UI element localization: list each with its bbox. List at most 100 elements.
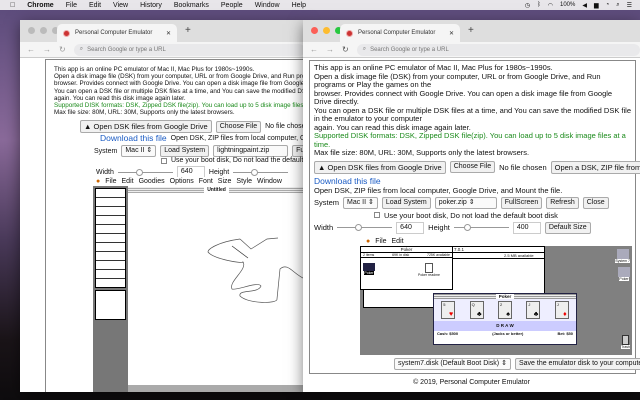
intro-text: This app is an online PC emulator of Mac… bbox=[314, 63, 631, 157]
new-tab-icon[interactable]: + bbox=[468, 25, 474, 36]
load-system-button[interactable]: Load System bbox=[160, 145, 210, 157]
tab[interactable]: Personal Computer Emulator ✕ bbox=[57, 24, 177, 42]
card-suit: ♣ bbox=[533, 310, 539, 318]
horizontal-scrollbar[interactable] bbox=[128, 385, 305, 392]
system-select[interactable]: Mac II ⇕ bbox=[343, 196, 378, 209]
height-slider[interactable] bbox=[233, 168, 289, 176]
omnibox[interactable]: ⌕ Search Google or type a URL bbox=[73, 43, 305, 56]
no-file-text: No file chosen bbox=[499, 162, 547, 172]
bluetooth-icon[interactable]: ᛒ bbox=[537, 2, 541, 8]
boot-disk-checkbox[interactable] bbox=[161, 157, 167, 164]
apple-icon[interactable]:  bbox=[10, 2, 15, 9]
new-tab-icon[interactable]: + bbox=[185, 25, 191, 36]
disk-select[interactable]: lightningpaint.zip bbox=[213, 145, 289, 157]
list-icon[interactable]: ☰ bbox=[627, 2, 632, 9]
width-slider[interactable] bbox=[117, 168, 173, 176]
menu-chrome[interactable]: Chrome bbox=[27, 2, 53, 9]
reload-icon[interactable]: ↻ bbox=[342, 45, 349, 54]
save-disk-button[interactable]: Save the emulator disk to your computer bbox=[514, 357, 640, 370]
boot-disk-select[interactable]: system7.disk (Default Boot Disk) ⇕ bbox=[394, 357, 511, 370]
apple-icon: ● bbox=[96, 178, 101, 185]
download-desc: Open DSK, ZIP files from local computer,… bbox=[170, 134, 305, 142]
fullscreen-button[interactable]: FullScreen bbox=[500, 196, 543, 209]
playing-card[interactable]: 2 ♠ bbox=[497, 300, 512, 319]
system-label: System bbox=[314, 198, 340, 207]
system-select[interactable]: Mac II ⇕ bbox=[121, 145, 157, 157]
menu-people[interactable]: People bbox=[221, 2, 243, 9]
time-machine-icon[interactable]: ◷ bbox=[525, 2, 530, 9]
cards-row: 5 ♥ Q ♣ 2 ♠ J ♣ J ♦ bbox=[434, 298, 576, 321]
forward-icon[interactable]: → bbox=[43, 45, 51, 54]
width-slider[interactable] bbox=[337, 224, 393, 231]
reload-icon[interactable]: ↻ bbox=[59, 45, 66, 54]
battery-text[interactable]: 100% bbox=[560, 2, 575, 8]
card-rank: J bbox=[528, 301, 531, 307]
desktop-icon-system[interactable]: System 7 bbox=[615, 248, 630, 263]
mac-menu-left: ● File Edit Goodies Options Font Size Style Wind… bbox=[93, 177, 305, 186]
readme-icon[interactable]: Poker readme bbox=[418, 262, 440, 277]
finder-window[interactable]: Poker 2 items 69K in disk 725K available P… bbox=[360, 245, 453, 290]
close-tab-icon[interactable]: ✕ bbox=[166, 30, 171, 37]
card-suit: ♥ bbox=[449, 310, 454, 318]
tab-title: Personal Computer Emulator bbox=[358, 30, 436, 36]
height-slider[interactable] bbox=[453, 224, 509, 231]
menu-bookmarks[interactable]: Bookmarks bbox=[174, 2, 209, 9]
height-label: Height bbox=[208, 168, 230, 176]
emulator-screen-left[interactable]: ● File Edit Goodies Options Font Size Style Wind… bbox=[93, 177, 305, 392]
search-icon[interactable]: ⌕ bbox=[616, 2, 619, 9]
playing-card[interactable]: J ♦ bbox=[554, 300, 569, 319]
back-icon[interactable]: ← bbox=[310, 45, 318, 54]
close-button[interactable]: Close bbox=[582, 196, 609, 209]
poker-app-icon[interactable]: Poker bbox=[363, 262, 375, 275]
footer: © 2019, Personal Computer Emulator bbox=[413, 379, 530, 386]
menu-edit[interactable]: Edit bbox=[89, 2, 101, 9]
playing-card[interactable]: Q ♣ bbox=[469, 300, 484, 319]
document-titlebar[interactable]: Untitled bbox=[128, 187, 305, 193]
choose-file-button[interactable]: Choose File bbox=[449, 161, 496, 173]
boot-disk-label: Use your boot disk, Do not load the defa… bbox=[384, 210, 558, 220]
height-input[interactable]: 400 bbox=[512, 221, 541, 234]
close-tab-icon[interactable]: ✕ bbox=[449, 30, 454, 37]
download-link[interactable]: Download this file bbox=[314, 176, 381, 186]
choose-file-button[interactable]: Choose File bbox=[215, 120, 262, 133]
jacks-text: (Jacks or better) bbox=[492, 330, 524, 336]
menu-file[interactable]: File bbox=[66, 2, 77, 9]
emulator-screen-right[interactable]: ● File Edit 7.0.1 2.5 MB available Poker 2… bbox=[360, 236, 632, 355]
trash-icon[interactable]: Trash bbox=[621, 334, 630, 349]
volume-icon[interactable]: ◀ bbox=[582, 2, 587, 9]
omnibox-placeholder: Search Google or type a URL bbox=[87, 46, 166, 53]
refresh-button[interactable]: Refresh bbox=[546, 196, 579, 209]
wifi-icon[interactable]: ◠ bbox=[548, 2, 553, 9]
menu-history[interactable]: History bbox=[140, 2, 162, 9]
width-input[interactable]: 640 bbox=[396, 221, 425, 234]
poker-game-window[interactable]: Poker 5 ♥ Q ♣ 2 ♠ J ♣ J ♦ D R A W Cash: $500 (Jack… bbox=[433, 292, 577, 345]
back-icon[interactable]: ← bbox=[27, 45, 35, 54]
default-size-button[interactable]: Default Size bbox=[544, 221, 591, 234]
boot-disk-checkbox[interactable] bbox=[374, 212, 380, 218]
omnibox[interactable]: ⌕ Search Google or type a URL bbox=[356, 43, 640, 56]
menu-help[interactable]: Help bbox=[292, 2, 306, 9]
card-rank: J bbox=[556, 301, 559, 307]
draw-button[interactable]: D R A W bbox=[434, 320, 576, 331]
forward-icon[interactable]: → bbox=[326, 45, 334, 54]
load-system-button[interactable]: Load System bbox=[381, 196, 431, 209]
clock-icon[interactable]: ◔ bbox=[606, 2, 610, 8]
desktop-icon-poker[interactable]: Poker bbox=[618, 266, 630, 281]
playing-card[interactable]: 5 ♥ bbox=[441, 300, 456, 319]
open-local-button[interactable]: Open a DSK, ZIP file from bbox=[550, 160, 640, 174]
download-link[interactable]: Download this file bbox=[100, 133, 167, 143]
playing-card[interactable]: J ♣ bbox=[526, 300, 541, 319]
drawing-canvas[interactable] bbox=[128, 194, 305, 384]
menu-view[interactable]: View bbox=[113, 2, 128, 9]
disk-select[interactable]: poker.zip ⇕ bbox=[434, 196, 497, 209]
google-drive-button[interactable]: ▲ Open DSK files from Google Drive bbox=[80, 120, 212, 133]
google-drive-button[interactable]: ▲ Open DSK files from Google Drive bbox=[314, 160, 446, 174]
tab[interactable]: Personal Computer Emulator ✕ bbox=[340, 24, 460, 42]
width-label: Width bbox=[96, 168, 114, 176]
height-label: Height bbox=[428, 223, 450, 232]
browser-window-left: Personal Computer Emulator ✕ + ← → ↻ ⌕ Searc… bbox=[20, 20, 305, 392]
flag-icon[interactable]: ▆ bbox=[594, 2, 599, 9]
tool-palette[interactable] bbox=[93, 186, 128, 392]
no-file-text: No file chosen bbox=[265, 123, 305, 130]
menu-window[interactable]: Window bbox=[255, 2, 280, 9]
